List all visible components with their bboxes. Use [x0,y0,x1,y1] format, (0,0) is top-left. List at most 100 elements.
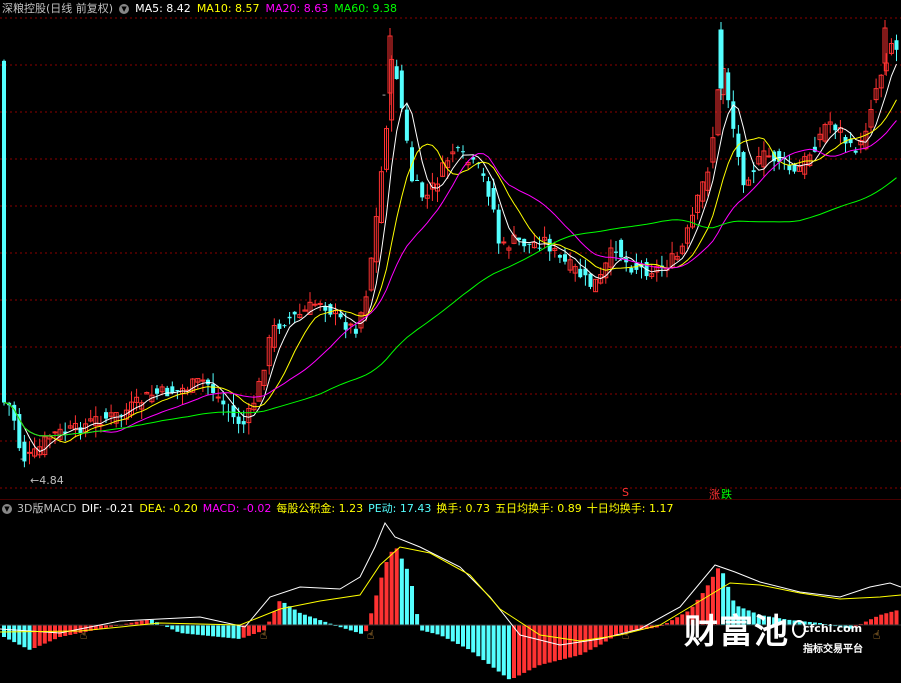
macd-bar [889,611,894,625]
macd-bar [455,625,460,644]
macd-bar [211,625,216,637]
macd-bar [277,601,282,625]
candle-body [27,451,32,454]
macd-bar [353,625,358,633]
candle-body [175,390,180,392]
macd-bar [486,625,491,664]
fall-marker: 跌 [721,488,732,501]
macd-bar [466,625,471,650]
candle-body [496,209,501,244]
macd-bar [175,625,180,632]
dea-value: DEA: -0.20 [139,502,198,515]
candle-body [578,268,583,278]
macd-bar [17,625,22,645]
price-grid [0,17,901,489]
candle-body [563,254,567,262]
moving-average-lines [3,63,897,453]
macd-bar [32,625,37,649]
candle-body [455,147,460,149]
macd-bar [471,625,476,653]
candle-body [353,328,358,334]
candle-body [221,400,226,405]
macd-bar [200,625,205,636]
ma20-line [3,120,897,437]
candle-body [501,241,507,244]
candle-body [853,150,858,153]
watermark-domain: cfchi.com [803,622,863,635]
candle-body [588,273,593,287]
macd-bar [2,625,6,637]
macd-bar [491,625,496,668]
hand-pointer-icon: ☝ [80,628,87,642]
macd-bar [343,625,348,629]
macd-bar [522,625,527,673]
macd-bar [313,618,318,625]
macd-bar [399,558,404,625]
macd-bar [47,625,52,642]
macd-bar [369,613,374,625]
macd-bar [185,625,190,634]
macd-bar [527,625,532,671]
macd-bar [195,625,200,635]
macd-bar [37,625,42,646]
candle-body [343,322,348,330]
macd-bar [461,625,465,647]
candle-body [317,302,323,305]
macd-bar [884,613,889,625]
macd-bar [501,625,506,676]
macd-bar [292,609,297,625]
candle-body [215,396,221,399]
candle-body [236,416,241,424]
macd-bar [318,620,323,625]
candle-body [481,173,486,176]
macd-bar [670,620,675,625]
candle-body [312,303,318,306]
candle-body [338,313,343,318]
macd-bar [236,625,241,639]
candle-body [420,182,425,198]
macd-bar [359,625,363,634]
macd-bar [231,625,236,639]
macd-bar [379,577,384,625]
macd-bar [496,625,501,672]
macd-bar [42,625,47,644]
candle-body [277,323,282,329]
macd-bar [308,616,312,625]
candle-body [718,29,724,89]
macd-bar [557,625,562,661]
price-chart-canvas[interactable] [0,0,901,500]
macd-bar [12,625,17,643]
candle-body [323,306,328,311]
macd-bar [246,625,251,636]
macd-bar [537,625,542,666]
macd-bar [593,625,598,648]
macd-bar [27,625,32,650]
candle-body [394,66,399,80]
candle-body [766,155,772,158]
macd-bar [68,625,73,635]
candle-body [211,384,216,394]
candle-body [629,267,634,273]
indicator-name[interactable]: 3D版MACD [17,501,76,517]
candle-body [287,316,292,319]
candle-body [415,179,420,181]
macd-bar [879,614,884,625]
watermark-title: 财富池 [684,612,789,652]
macd-bar [267,621,272,625]
hand-pointer-icon: ☝ [873,628,880,642]
macd-bar [547,625,552,663]
candle-body [399,70,404,109]
macd-bar [445,625,450,639]
macd-bar [603,625,608,642]
candle-body [52,431,58,434]
macd-bar [287,606,292,625]
macd-bar [251,625,256,634]
macd-bar [440,625,445,637]
settings-chevron-icon[interactable]: ▼ [2,504,12,514]
candle-body [486,181,491,197]
candle-body [282,325,287,327]
macd-bar [568,625,573,658]
candle-body [170,386,175,394]
macd-bar [170,625,175,630]
candle-body [348,323,354,326]
